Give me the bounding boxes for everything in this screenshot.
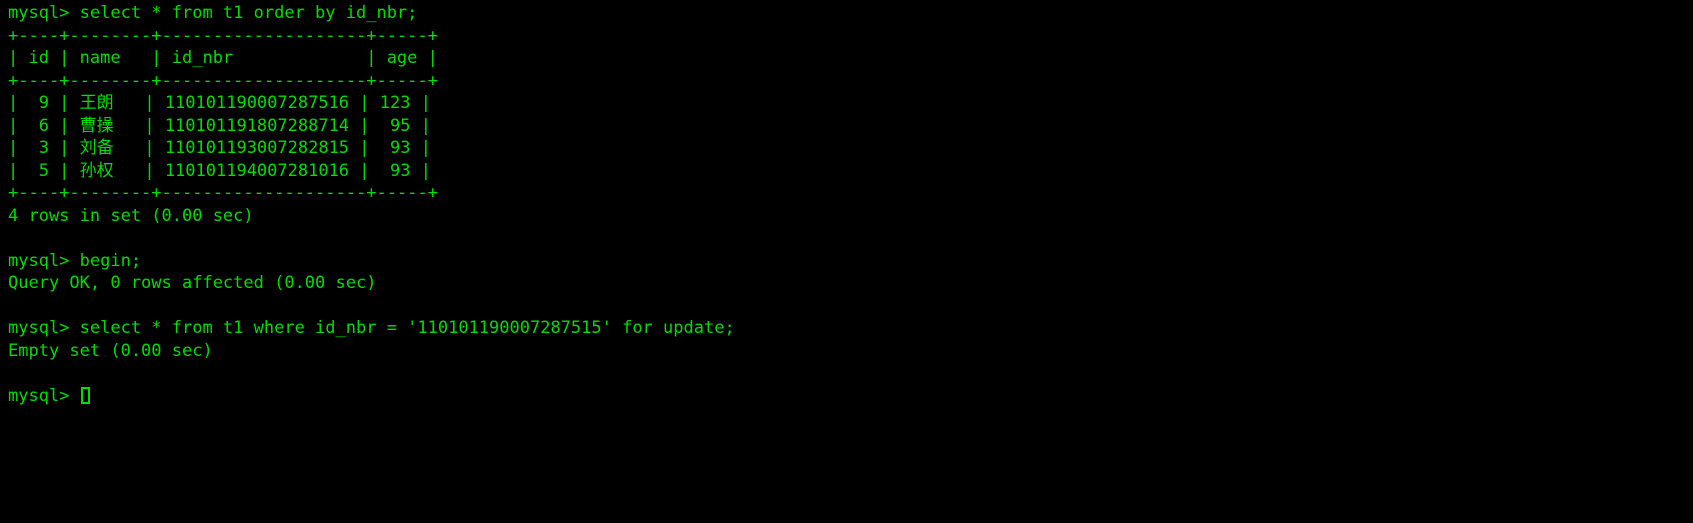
table-header-row: | id | name | id_nbr | age | xyxy=(8,48,438,68)
terminal-window[interactable]: mysql> select * from t1 order by id_nbr;… xyxy=(0,0,1693,523)
terminal-prompt-line[interactable]: mysql> xyxy=(8,385,1693,408)
result-row-count: 4 rows in set (0.00 sec) xyxy=(8,205,254,226)
table-border-header: +----+--------+--------------------+----… xyxy=(8,70,438,91)
table-border-top: +----+--------+--------------------+----… xyxy=(8,25,438,46)
block-cursor xyxy=(80,387,90,405)
table-row: | 5 | 孙权 | 110101194007281016 | 93 | xyxy=(8,160,431,181)
table-row: | 6 | 曹操 | 110101191807288714 | 95 | xyxy=(8,115,431,136)
terminal-line-command-select-for-update: mysql> select * from t1 where id_nbr = '… xyxy=(8,318,735,338)
terminal-line-command-begin: mysql> begin; xyxy=(8,250,142,271)
terminal-line-command-select-order: mysql> select * from t1 order by id_nbr; xyxy=(8,3,418,23)
table-row: | 3 | 刘备 | 110101193007282815 | 93 | xyxy=(8,138,431,158)
result-empty-set: Empty set (0.00 sec) xyxy=(8,340,213,361)
table-row: | 9 | 王朗 | 110101190007287516 | 123 | xyxy=(8,93,431,113)
table-border-bottom: +----+--------+--------------------+----… xyxy=(8,183,438,203)
result-query-ok: Query OK, 0 rows affected (0.00 sec) xyxy=(8,273,377,293)
prompt-label: mysql> xyxy=(8,385,80,406)
